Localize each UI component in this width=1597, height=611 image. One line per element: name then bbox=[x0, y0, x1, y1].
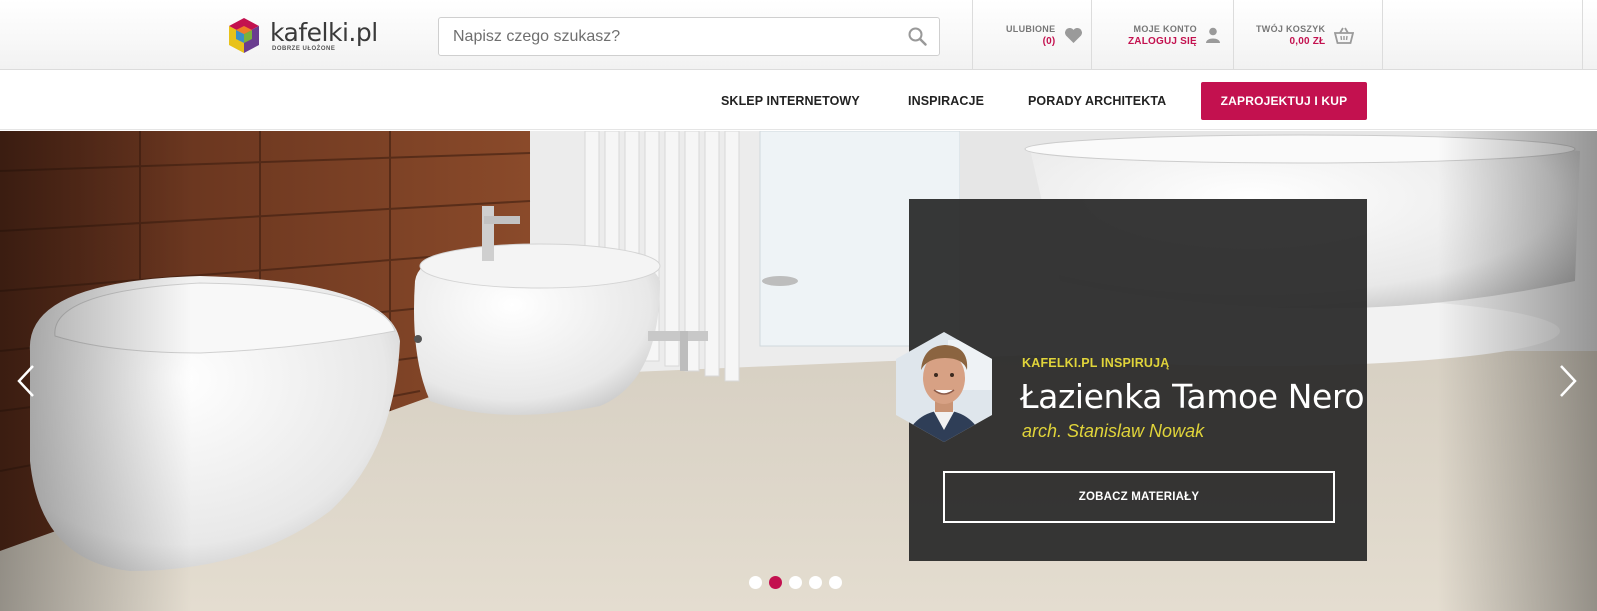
card-title: Łazienka Tamoe Nero bbox=[1020, 377, 1365, 416]
inspiration-card: KAFELKI.PL INSPIRUJĄ Łazienka Tamoe Nero… bbox=[896, 199, 1367, 561]
nav-item-shop[interactable]: SKLEP INTERNETOWY bbox=[721, 94, 860, 108]
heart-icon bbox=[1065, 27, 1083, 43]
prev-slide-arrow-icon[interactable] bbox=[14, 363, 38, 399]
slide-dot-5[interactable] bbox=[829, 576, 842, 589]
search-box bbox=[438, 17, 940, 56]
slider-pagination bbox=[749, 576, 849, 589]
header-divider bbox=[1582, 0, 1583, 70]
user-icon bbox=[1205, 27, 1220, 43]
cart-total: 0,00 ZŁ bbox=[1289, 35, 1326, 47]
search-input[interactable] bbox=[439, 18, 889, 55]
account-link[interactable]: MOJE KONTO ZALOGUJ SIĘ bbox=[1091, 0, 1233, 70]
slide-dot-3[interactable] bbox=[789, 576, 802, 589]
card-author: arch. Stanislaw Nowak bbox=[1022, 421, 1205, 441]
cart-link[interactable]: TWÓJ KOSZYK 0,00 ZŁ bbox=[1233, 0, 1383, 70]
design-and-buy-button[interactable]: ZAPROJEKTUJ I KUP bbox=[1201, 82, 1367, 120]
main-nav: SKLEP INTERNETOWY INSPIRACJE PORADY ARCH… bbox=[0, 70, 1597, 130]
cube-logo-icon bbox=[229, 18, 259, 53]
logo[interactable]: kafelki.pl DOBRZE UŁOŻONE bbox=[226, 13, 386, 59]
cart-label: TWÓJ KOSZYK bbox=[1256, 23, 1326, 34]
slide-dot-1[interactable] bbox=[749, 576, 762, 589]
logo-tagline: DOBRZE UŁOŻONE bbox=[272, 46, 336, 52]
card-eyebrow: KAFELKI.PL INSPIRUJĄ bbox=[1022, 356, 1170, 370]
architect-avatar bbox=[896, 332, 992, 442]
favorites-link[interactable]: ULUBIONE (0) bbox=[972, 0, 1092, 70]
top-header: kafelki.pl DOBRZE UŁOŻONE ULUBIONE (0) M… bbox=[0, 0, 1597, 70]
nav-item-inspirations[interactable]: INSPIRACJE bbox=[908, 94, 984, 108]
nav-item-architect-tips[interactable]: PORADY ARCHITEKTA bbox=[1028, 94, 1166, 108]
search-icon[interactable] bbox=[908, 27, 927, 46]
slide-dot-4[interactable] bbox=[809, 576, 822, 589]
slide-dot-2[interactable] bbox=[769, 576, 782, 589]
favorites-label: ULUBIONE bbox=[1006, 23, 1056, 34]
login-link[interactable]: ZALOGUJ SIĘ bbox=[1128, 36, 1197, 47]
logo-name: kafelki.pl bbox=[270, 18, 378, 47]
favorites-count: (0) bbox=[1042, 35, 1056, 47]
basket-icon bbox=[1334, 27, 1355, 44]
account-label: MOJE KONTO bbox=[1133, 23, 1197, 34]
hero-slider: KAFELKI.PL INSPIRUJĄ Łazienka Tamoe Nero… bbox=[0, 131, 1597, 611]
next-slide-arrow-icon[interactable] bbox=[1556, 363, 1580, 399]
see-materials-button[interactable]: ZOBACZ MATERIAŁY bbox=[943, 471, 1335, 523]
